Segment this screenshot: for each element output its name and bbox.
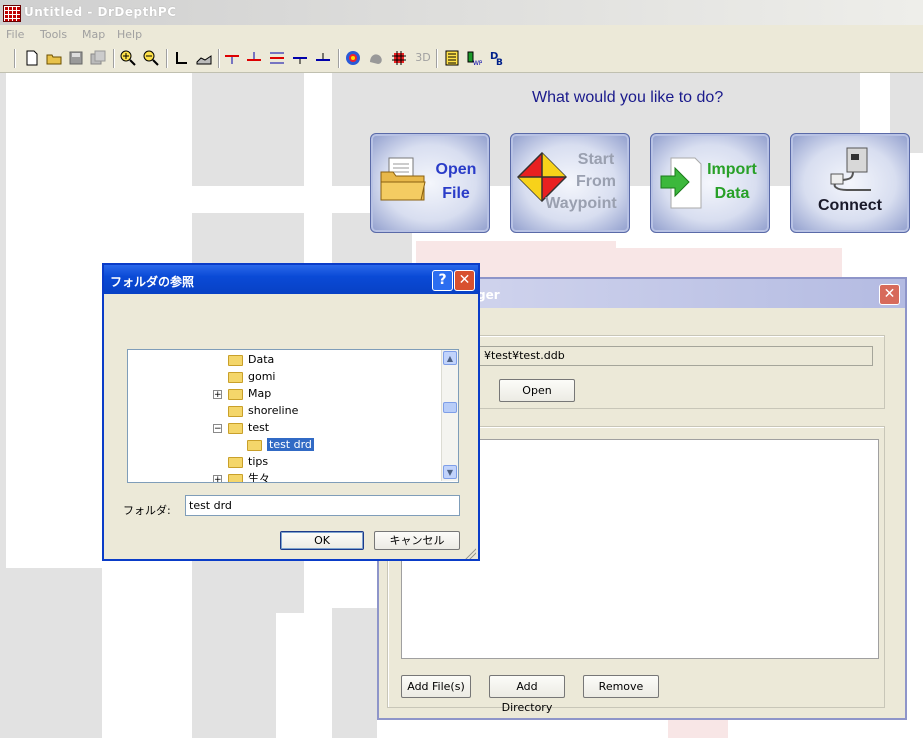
map-block bbox=[0, 568, 102, 738]
database-icon[interactable]: DB bbox=[489, 50, 505, 68]
map-area bbox=[612, 248, 842, 278]
depth-tool-4-icon[interactable] bbox=[292, 50, 308, 66]
depth-tool-1-icon[interactable] bbox=[224, 50, 240, 66]
tree-item-tips[interactable]: tips bbox=[228, 454, 268, 470]
save-icon[interactable] bbox=[68, 50, 84, 66]
window-title: Untitled - DrDepthPC bbox=[24, 5, 177, 19]
folder-icon bbox=[228, 456, 243, 468]
collapse-icon[interactable]: − bbox=[213, 424, 222, 434]
remove-button[interactable]: Remove bbox=[583, 675, 659, 698]
depth-tool-2-icon[interactable] bbox=[246, 50, 262, 66]
map-block bbox=[192, 583, 276, 738]
map-block bbox=[192, 73, 304, 186]
tree-item-gomi[interactable]: gomi bbox=[228, 369, 275, 385]
tree-item-data[interactable]: Data bbox=[228, 352, 274, 368]
open-file-button[interactable]: Open File bbox=[370, 133, 490, 233]
title-bar: Untitled - DrDepthPC bbox=[0, 0, 923, 25]
open-icon[interactable] bbox=[46, 50, 62, 66]
scroll-down-icon[interactable]: ▼ bbox=[443, 465, 457, 479]
resize-grip-icon[interactable] bbox=[464, 547, 476, 559]
open-file-label-2: File bbox=[442, 185, 470, 202]
tree-item-shoreline[interactable]: shoreline bbox=[228, 403, 298, 419]
import-label-2: Data bbox=[714, 185, 750, 202]
folder-icon bbox=[228, 354, 243, 366]
import-label-1: Import bbox=[707, 161, 757, 178]
menu-file[interactable]: File bbox=[6, 28, 24, 41]
waypoint-label-1: Start bbox=[577, 151, 615, 168]
tree-item-test-drd[interactable]: test drd bbox=[247, 437, 314, 453]
save-all-icon[interactable] bbox=[90, 50, 106, 66]
import-data-button[interactable]: Import Data bbox=[650, 133, 770, 233]
toolbar-separator bbox=[113, 49, 115, 68]
close-icon[interactable]: ✕ bbox=[454, 270, 475, 291]
scroll-up-icon[interactable]: ▲ bbox=[443, 351, 457, 365]
toolbar-separator bbox=[218, 49, 220, 68]
expand-icon[interactable]: + bbox=[213, 475, 222, 482]
folder-icon bbox=[228, 371, 243, 383]
depth-tool-5-icon[interactable] bbox=[315, 50, 331, 66]
welcome-prompt: What would you like to do? bbox=[532, 89, 724, 106]
tree-item-map[interactable]: Map bbox=[228, 386, 271, 402]
menu-bar: File Tools Map Help bbox=[0, 25, 923, 45]
zoom-out-icon[interactable] bbox=[143, 50, 159, 66]
connect-label: Connect bbox=[818, 197, 882, 214]
color-map-icon[interactable] bbox=[345, 50, 361, 66]
browse-folder-title-bar: フォルダの参照 ? ✕ bbox=[104, 265, 478, 294]
cancel-button[interactable]: キャンセル bbox=[374, 531, 460, 550]
folder-icon bbox=[228, 422, 243, 434]
toolbar-separator bbox=[436, 49, 438, 68]
waypoint-label-2: From bbox=[576, 173, 616, 190]
svg-text:B: B bbox=[496, 58, 503, 66]
new-icon[interactable] bbox=[24, 50, 40, 66]
folder-icon bbox=[228, 405, 243, 417]
grid-app-icon bbox=[3, 5, 21, 22]
axis-icon[interactable] bbox=[174, 50, 190, 66]
open-folder-icon bbox=[247, 439, 262, 451]
toolbar-separator bbox=[166, 49, 168, 68]
tree-scrollbar[interactable]: ▲ ▼ bbox=[441, 350, 458, 481]
tree-item-namanama[interactable]: 生々 bbox=[228, 471, 270, 482]
folder-icon bbox=[228, 388, 243, 400]
scroll-thumb[interactable] bbox=[443, 402, 457, 413]
gps-device-icon bbox=[825, 146, 875, 195]
map-block bbox=[332, 608, 377, 738]
svg-text:WP: WP bbox=[473, 60, 482, 66]
folder-icon bbox=[228, 473, 243, 482]
open-folder-icon bbox=[379, 156, 427, 205]
grid-icon[interactable] bbox=[391, 50, 407, 66]
toolbar-separator bbox=[338, 49, 340, 68]
menu-map[interactable]: Map bbox=[82, 28, 105, 41]
shade-icon[interactable] bbox=[368, 50, 384, 66]
waypoint-icon[interactable]: WP bbox=[466, 50, 483, 67]
add-directory-button[interactable]: Add Directory bbox=[489, 675, 565, 714]
folder-name-input[interactable]: test drd bbox=[185, 495, 460, 516]
depth-tool-3-icon[interactable] bbox=[269, 50, 285, 66]
toolbar-grip bbox=[14, 49, 16, 68]
browse-folder-dialog: フォルダの参照 ? ✕ Data gomi + Map shoreline − … bbox=[102, 263, 480, 561]
close-icon[interactable]: ✕ bbox=[879, 284, 900, 305]
3d-label[interactable]: 3D bbox=[413, 50, 433, 66]
import-arrow-icon bbox=[659, 156, 703, 213]
browse-folder-title: フォルダの参照 bbox=[110, 275, 195, 289]
menu-help[interactable]: Help bbox=[117, 28, 142, 41]
folder-tree[interactable]: Data gomi + Map shoreline − test test dr… bbox=[127, 349, 459, 483]
add-files-button[interactable]: Add File(s) bbox=[401, 675, 471, 698]
open-button[interactable]: Open bbox=[499, 379, 575, 402]
menu-tools[interactable]: Tools bbox=[40, 28, 67, 41]
profile-icon[interactable] bbox=[196, 50, 212, 66]
tree-item-test[interactable]: test bbox=[228, 420, 269, 436]
zoom-in-icon[interactable] bbox=[120, 50, 136, 66]
connect-button[interactable]: Connect bbox=[790, 133, 910, 233]
file-path-field[interactable]: ¥test¥test.ddb bbox=[449, 346, 873, 366]
list-icon[interactable] bbox=[444, 50, 460, 66]
expand-icon[interactable]: + bbox=[213, 390, 222, 400]
waypoint-label-3: Waypoint bbox=[545, 195, 617, 212]
folder-label: フォルダ: bbox=[123, 504, 171, 517]
start-from-waypoint-button[interactable]: Start From Waypoint bbox=[510, 133, 630, 233]
help-icon[interactable]: ? bbox=[432, 270, 453, 291]
toolbar: 3D WP DB bbox=[0, 45, 923, 73]
file-manager-title: ger bbox=[477, 288, 500, 302]
ok-button[interactable]: OK bbox=[280, 531, 364, 550]
open-file-label-1: Open bbox=[435, 161, 477, 178]
